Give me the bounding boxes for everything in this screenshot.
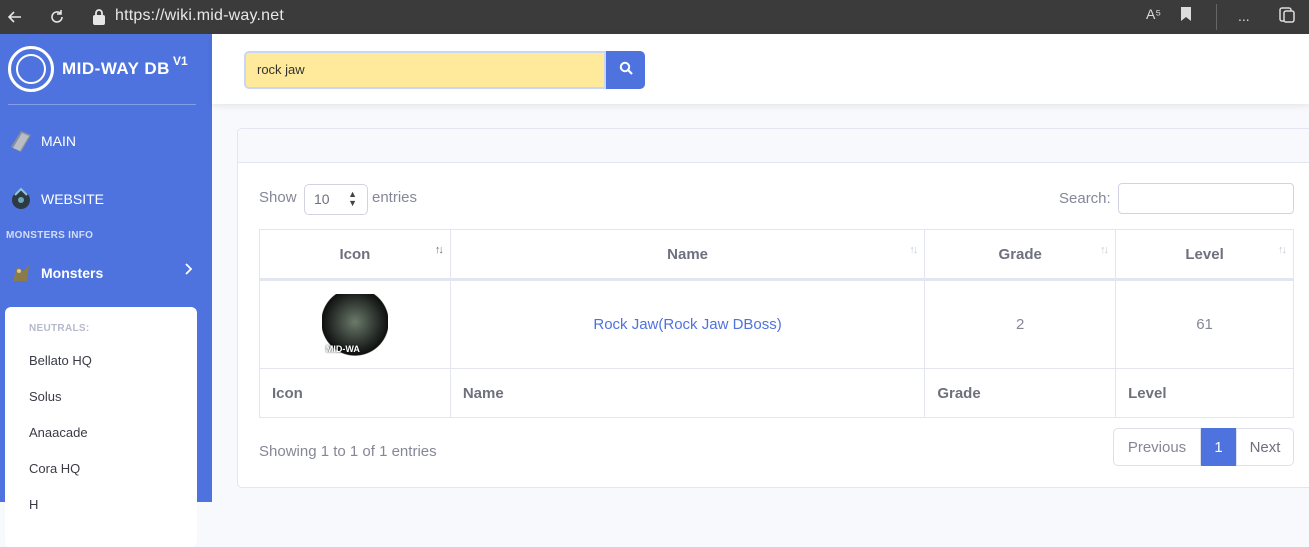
- select-caret-icon: ▲ ▼: [348, 189, 357, 208]
- column-header-icon[interactable]: Icon ↑↓: [259, 229, 451, 281]
- column-footer-name: Name: [449, 368, 926, 418]
- next-button[interactable]: Next: [1236, 428, 1294, 466]
- column-footer-grade: Grade: [924, 368, 1117, 418]
- previous-button[interactable]: Previous: [1113, 428, 1201, 466]
- bookmark-icon[interactable]: [1180, 6, 1192, 25]
- entries-label: entries: [372, 189, 418, 206]
- monster-image: MID-WA: [321, 293, 388, 356]
- table-search-input[interactable]: [1118, 183, 1294, 214]
- book-icon: [6, 126, 36, 156]
- sidebar-item-label: MAIN: [41, 133, 76, 149]
- results-card: Show 10 ▲ ▼ entries Search: Icon ↑↓ Name ↑↓…: [237, 128, 1309, 488]
- armor-icon: [6, 184, 36, 214]
- image-watermark: MID-WA: [325, 343, 360, 354]
- sort-icon: ↑↓: [1100, 244, 1109, 256]
- lock-icon[interactable]: [88, 6, 110, 28]
- entries-select-value: 10: [314, 191, 330, 207]
- table-row: MID-WA Rock Jaw(Rock Jaw DBoss) 2 61: [259, 279, 1294, 369]
- sidebar-item-main[interactable]: MAIN: [6, 126, 76, 156]
- search-input[interactable]: rock jaw: [244, 51, 606, 89]
- browser-toolbar: https://wiki.mid-way.net A⁵ ...: [0, 0, 1309, 34]
- submenu-item-anaacade[interactable]: Anaacade: [29, 425, 88, 440]
- sidebar-item-website[interactable]: WEBSITE: [6, 184, 104, 214]
- monster-icon: [6, 258, 36, 288]
- sidebar-item-label: Monsters: [41, 265, 104, 281]
- submenu-item-partial[interactable]: H: [29, 497, 38, 512]
- monster-icon-cell: MID-WA: [259, 279, 451, 369]
- column-footer-level: Level: [1115, 368, 1294, 418]
- back-arrow-icon[interactable]: [4, 6, 26, 28]
- toolbar-divider: [1216, 4, 1217, 30]
- submenu-heading: NEUTRALS:: [29, 323, 90, 334]
- collections-icon[interactable]: [1278, 6, 1296, 27]
- sidebar-divider: [8, 104, 196, 105]
- entries-select[interactable]: 10 ▲ ▼: [304, 184, 368, 215]
- sort-icon: ↑↓: [434, 244, 444, 256]
- brand-title: MID-WAY DB: [62, 59, 170, 78]
- monster-grade-cell: 2: [924, 279, 1117, 369]
- reload-icon[interactable]: [46, 6, 68, 28]
- column-footer-icon: Icon: [259, 368, 451, 418]
- chevron-right-icon[interactable]: [184, 262, 194, 278]
- column-header-name[interactable]: Name ↑↓: [449, 229, 926, 281]
- address-bar[interactable]: https://wiki.mid-way.net: [115, 7, 284, 25]
- page-button-current[interactable]: 1: [1201, 428, 1236, 466]
- monster-name-link[interactable]: Rock Jaw(Rock Jaw DBoss): [593, 316, 781, 333]
- sidebar-heading: MONSTERS INFO: [6, 230, 94, 241]
- monster-level-cell: 61: [1115, 279, 1294, 369]
- topbar: rock jaw: [212, 34, 1309, 104]
- more-icon[interactable]: ...: [1238, 8, 1250, 24]
- brand[interactable]: MID-WAY DB V1: [8, 46, 188, 92]
- sort-icon: ↑↓: [1278, 244, 1287, 256]
- submenu-item-cora-hq[interactable]: Cora HQ: [29, 461, 80, 476]
- sort-icon: ↑↓: [909, 244, 918, 256]
- card-header: [238, 129, 1309, 163]
- column-header-level[interactable]: Level ↑↓: [1115, 229, 1294, 281]
- read-aloud-icon[interactable]: A⁵: [1146, 6, 1161, 22]
- brand-version: V1: [172, 54, 188, 68]
- brand-logo-icon: [8, 46, 54, 92]
- sidebar-item-monsters[interactable]: Monsters: [6, 258, 103, 288]
- sidebar-item-label: WEBSITE: [41, 191, 105, 207]
- search-button[interactable]: [606, 51, 645, 89]
- submenu-item-solus[interactable]: Solus: [29, 389, 62, 404]
- search-icon: [619, 61, 633, 80]
- show-label: Show: [259, 189, 297, 206]
- sidebar: MID-WAY DB V1 MAIN WEBSITE MONSTERS INFO…: [0, 34, 212, 547]
- column-header-grade[interactable]: Grade ↑↓: [924, 229, 1117, 281]
- pagination: Previous 1 Next: [1113, 428, 1294, 466]
- table-info: Showing 1 to 1 of 1 entries: [259, 443, 437, 460]
- table-search-label: Search:: [1059, 190, 1111, 207]
- submenu-item-bellato-hq[interactable]: Bellato HQ: [29, 353, 92, 368]
- monsters-table: Icon ↑↓ Name ↑↓ Grade ↑↓ Level ↑↓ MID-WA Roc…: [259, 229, 1294, 418]
- monster-name-cell: Rock Jaw(Rock Jaw DBoss): [449, 279, 926, 369]
- monsters-submenu: NEUTRALS: Bellato HQ Solus Anaacade Cora…: [5, 307, 197, 547]
